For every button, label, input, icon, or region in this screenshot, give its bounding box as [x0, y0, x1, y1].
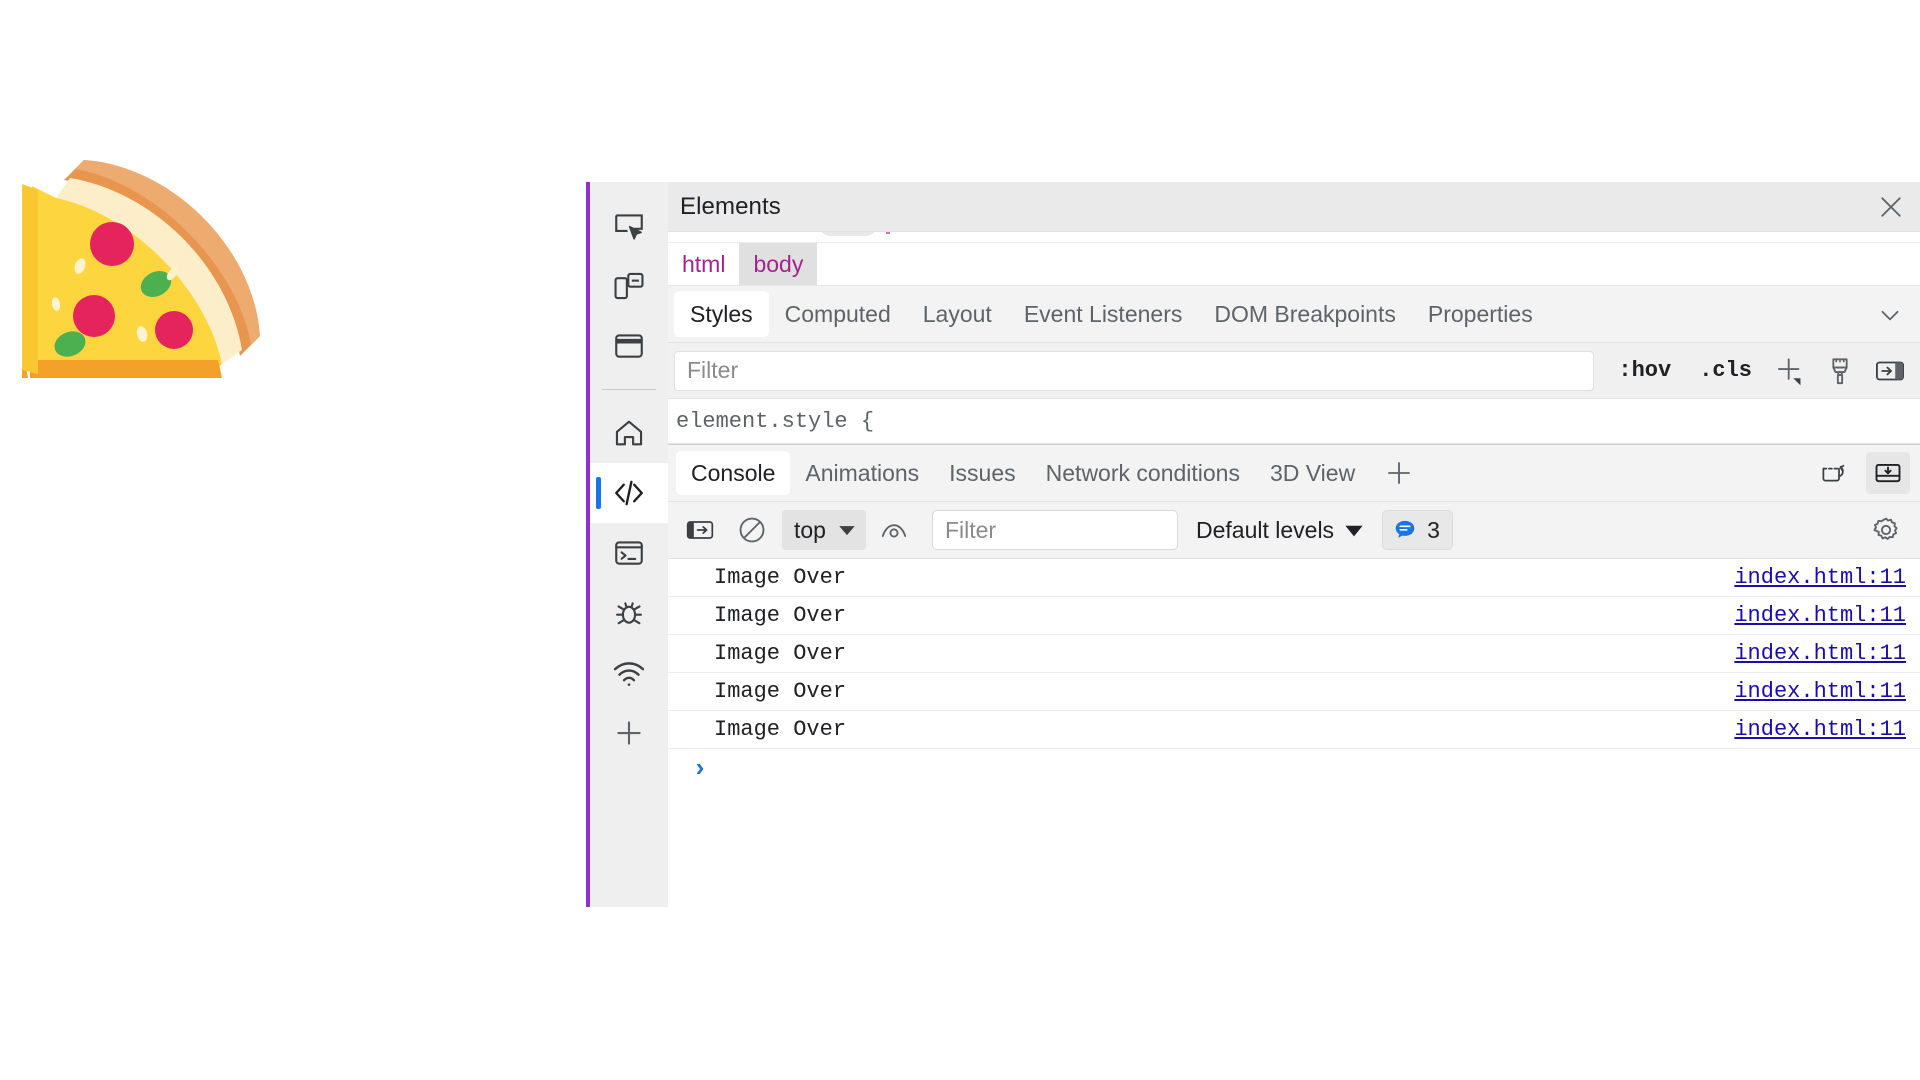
inspect-element-icon[interactable] [590, 196, 668, 256]
devtools-main-panel: Elements html body Styles Computed Layou… [668, 182, 1920, 907]
close-icon[interactable] [1872, 188, 1910, 226]
tab-network-conditions[interactable]: Network conditions [1031, 451, 1255, 495]
styles-tab-strip: Styles Computed Layout Event Listeners D… [668, 286, 1920, 343]
styles-filter-input[interactable]: Filter [674, 350, 1595, 391]
plus-icon[interactable] [1378, 452, 1420, 494]
console-message-text: Image Over [714, 565, 847, 590]
activity-bar-divider [602, 389, 656, 390]
chevron-down-icon[interactable] [1874, 299, 1906, 331]
clear-console-icon[interactable] [730, 508, 774, 552]
drawer-tab-strip: Console Animations Issues Network condit… [668, 445, 1920, 502]
pizza-slice-emoji [22, 148, 272, 398]
dom-tree-clipped-row [668, 232, 1920, 243]
panel-title-bar: Elements [668, 182, 1920, 232]
status-badge[interactable]: 3 [1382, 510, 1453, 550]
message-bubble-icon [1395, 520, 1415, 538]
breadcrumb-item-html[interactable]: html [668, 243, 739, 285]
paintbrush-icon[interactable] [1818, 349, 1862, 393]
hov-toggle-button[interactable]: :hov [1608, 358, 1681, 383]
console-message-row[interactable]: Image Over index.html:11 [668, 711, 1920, 749]
debugger-bug-icon[interactable] [590, 583, 668, 643]
chevron-down-icon [839, 526, 855, 536]
console-message-source-link[interactable]: index.html:11 [1734, 679, 1906, 704]
dock-to-bottom-icon[interactable] [1866, 452, 1910, 494]
tab-layout[interactable]: Layout [907, 291, 1008, 337]
console-prompt-caret: › [692, 754, 708, 784]
console-filter-input[interactable]: Filter [931, 510, 1178, 550]
console-message-text: Image Over [714, 717, 847, 742]
cls-toggle-button[interactable]: .cls [1689, 358, 1762, 383]
console-message-row[interactable]: Image Over index.html:11 [668, 597, 1920, 635]
console-terminal-icon[interactable] [590, 523, 668, 583]
tab-animations[interactable]: Animations [790, 451, 934, 495]
console-toolbar: top Filter Default levels 3 [668, 502, 1920, 559]
drawer-action-group [1802, 452, 1910, 494]
console-message-text: Image Over [714, 679, 847, 704]
console-context-value: top [794, 516, 826, 543]
console-drawer: Console Animations Issues Network condit… [668, 444, 1920, 789]
console-message-source-link[interactable]: index.html:11 [1734, 717, 1906, 742]
tab-issues[interactable]: Issues [934, 451, 1030, 495]
styles-filter-bar: Filter :hov .cls [668, 343, 1920, 399]
tab-console[interactable]: Console [676, 451, 791, 495]
devtools-window: Elements html body Styles Computed Layou… [586, 182, 1920, 907]
console-message-row[interactable]: Image Over index.html:11 [668, 559, 1920, 597]
plus-dropdown-icon[interactable] [1768, 349, 1812, 393]
console-filter-placeholder: Filter [944, 516, 997, 543]
styles-filter-placeholder: Filter [687, 357, 739, 383]
window-panel-icon[interactable] [590, 316, 668, 376]
elements-code-icon[interactable] [590, 463, 668, 523]
console-prompt[interactable]: › [668, 749, 1920, 789]
console-message-text: Image Over [714, 641, 847, 666]
screen: Elements html body Styles Computed Layou… [0, 0, 1920, 1080]
console-levels-label: Default levels [1195, 516, 1335, 543]
home-icon[interactable] [590, 403, 668, 463]
element-style-rule: element.style { [668, 399, 1920, 444]
console-message-text: Image Over [714, 603, 847, 628]
breadcrumb: html body [668, 243, 1920, 286]
eye-icon[interactable] [872, 508, 916, 552]
activity-bar [590, 182, 668, 907]
console-message-source-link[interactable]: index.html:11 [1734, 565, 1906, 590]
chevron-down-icon [1345, 525, 1363, 537]
tab-styles[interactable]: Styles [674, 291, 769, 337]
tab-dom-breakpoints[interactable]: DOM Breakpoints [1198, 291, 1412, 337]
console-message-source-link[interactable]: index.html:11 [1734, 641, 1906, 666]
console-message-row[interactable]: Image Over index.html:11 [668, 635, 1920, 673]
console-message-list: Image Over index.html:11 Image Over inde… [668, 559, 1920, 789]
console-message-row[interactable]: Image Over index.html:11 [668, 673, 1920, 711]
message-count: 3 [1427, 516, 1440, 543]
network-wifi-icon[interactable] [590, 643, 668, 703]
add-tool-plus-icon[interactable] [590, 703, 668, 763]
console-levels-selector[interactable]: Default levels [1196, 517, 1364, 544]
restore-drawer-icon[interactable] [1812, 452, 1856, 494]
tab-properties[interactable]: Properties [1412, 291, 1549, 337]
gear-icon[interactable] [1864, 508, 1908, 552]
tab-3d-view[interactable]: 3D View [1255, 451, 1370, 495]
tab-event-listeners[interactable]: Event Listeners [1008, 291, 1199, 337]
console-message-source-link[interactable]: index.html:11 [1734, 603, 1906, 628]
page-title: Elements [680, 192, 781, 220]
console-sidebar-icon[interactable] [678, 508, 722, 552]
device-emulation-icon[interactable] [590, 256, 668, 316]
console-context-selector[interactable]: top [782, 510, 866, 550]
tab-computed[interactable]: Computed [769, 291, 907, 337]
breadcrumb-item-body[interactable]: body [739, 243, 818, 285]
panel-toggle-icon[interactable] [1868, 349, 1912, 393]
